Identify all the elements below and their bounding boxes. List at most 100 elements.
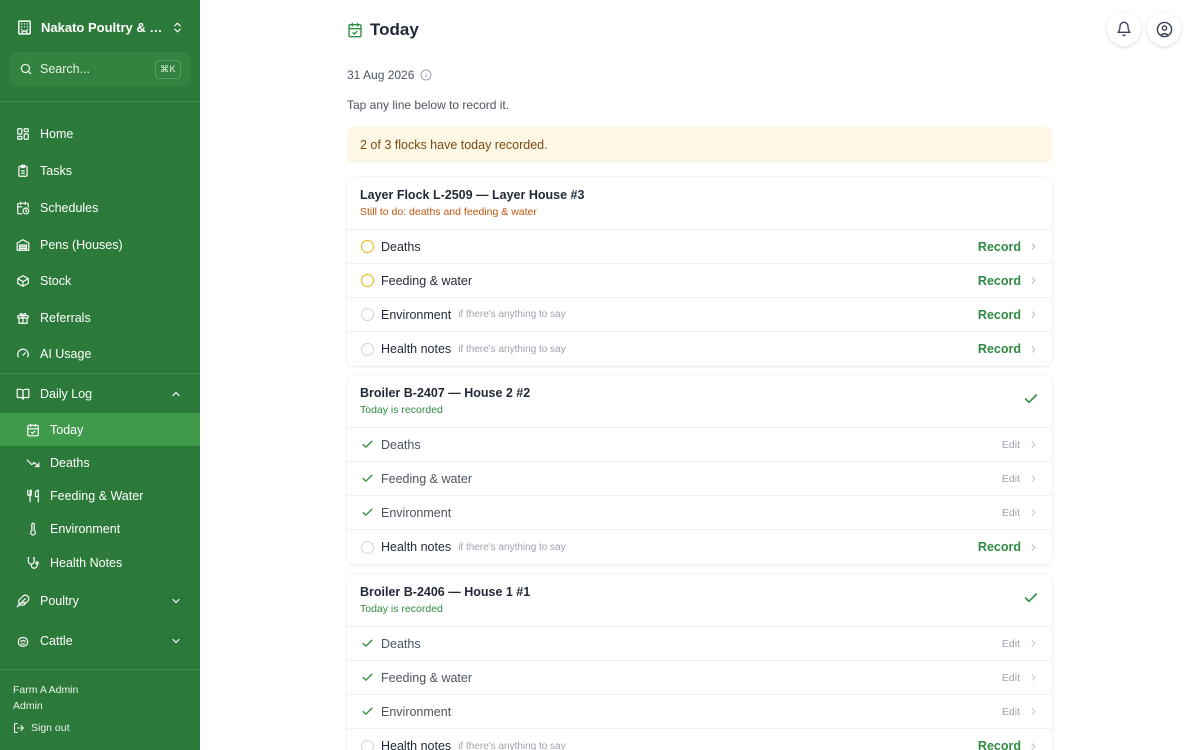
- record-label: Record: [977, 307, 1021, 322]
- row-label: Deaths: [381, 437, 421, 452]
- row-note: if there's anything to say: [458, 541, 566, 553]
- optional-circle-icon: [360, 342, 374, 356]
- info-icon[interactable]: [420, 69, 432, 81]
- utensils-icon: [26, 489, 40, 503]
- sidebar-item-referrals[interactable]: Referrals: [0, 302, 200, 334]
- chevron-right-icon: [1028, 439, 1039, 450]
- log-row-deaths[interactable]: Deaths Edit: [347, 428, 1052, 462]
- sidebar-group-cattle[interactable]: Cattle: [0, 625, 200, 657]
- flock-card-header: Broiler B-2406 — House 1 #1 Today is rec…: [347, 574, 1052, 627]
- sidebar-item-schedules[interactable]: Schedules: [0, 192, 200, 224]
- record-label: Record: [977, 273, 1021, 288]
- chevron-down-icon: [170, 595, 182, 607]
- sidebar-group-daily-log[interactable]: Daily Log: [0, 378, 200, 410]
- edit-label: Edit: [1001, 705, 1020, 718]
- date-row: 31 Aug 2026: [347, 68, 432, 82]
- log-row-health-notes[interactable]: Health notes if there's anything to say …: [347, 729, 1052, 750]
- edit-label: Edit: [1001, 637, 1020, 650]
- chevron-right-icon: [1028, 672, 1039, 683]
- farm-name: Nakato Poultry & Dairy: [41, 19, 166, 35]
- log-row-feeding-water[interactable]: Feeding & water Edit: [347, 661, 1052, 695]
- edit-button[interactable]: Edit: [1002, 507, 1039, 519]
- sidebar-group-label: Poultry: [40, 594, 79, 608]
- search-input[interactable]: Search... ⌘K: [9, 52, 191, 86]
- log-row-environment[interactable]: Environment Edit: [347, 496, 1052, 530]
- sidebar-item-label: Home: [40, 127, 74, 141]
- search-placeholder: Search...: [40, 62, 91, 76]
- sign-out-button[interactable]: Sign out: [13, 722, 70, 734]
- row-label: Environment: [381, 704, 452, 719]
- edit-label: Edit: [1001, 472, 1020, 485]
- user-name: Farm A Admin: [13, 684, 79, 696]
- sidebar-item-feeding-water[interactable]: Feeding & Water: [0, 479, 200, 512]
- log-row-deaths[interactable]: Deaths Edit: [347, 627, 1052, 661]
- chevron-right-icon: [1028, 638, 1039, 649]
- row-label: Deaths: [381, 636, 421, 651]
- record-button[interactable]: Record: [978, 274, 1039, 288]
- thermometer-icon: [26, 522, 40, 536]
- log-row-feeding-water[interactable]: Feeding & water Record: [347, 264, 1052, 298]
- account-button[interactable]: [1147, 12, 1181, 46]
- edit-button[interactable]: Edit: [1002, 473, 1039, 485]
- sidebar-item-label: Deaths: [50, 455, 90, 470]
- edit-label: Edit: [1001, 506, 1020, 519]
- flock-name: Broiler B-2406 — House 1 #1: [360, 585, 531, 599]
- log-row-health-notes[interactable]: Health notes if there's anything to say …: [347, 332, 1052, 366]
- sidebar-item-label: Schedules: [40, 201, 99, 215]
- check-icon: [360, 671, 374, 685]
- sidebar-item-health-notes[interactable]: Health Notes: [0, 546, 200, 579]
- sidebar-item-tasks[interactable]: Tasks: [0, 155, 200, 187]
- book-open-icon: [16, 387, 30, 401]
- sidebar-item-stock[interactable]: Stock: [0, 265, 200, 297]
- feather-icon: [16, 594, 30, 608]
- check-icon: [360, 705, 374, 719]
- log-out-icon: [13, 722, 25, 734]
- flock-card: Layer Flock L-2509 — Layer House #3 Stil…: [347, 177, 1052, 366]
- sidebar-group-label: Cattle: [40, 634, 73, 648]
- pending-circle-icon: [360, 240, 374, 254]
- row-label: Health notes: [381, 342, 452, 356]
- sidebar-item-label: Pens (Houses): [40, 238, 123, 252]
- record-button[interactable]: Record: [978, 240, 1039, 254]
- row-label: Environment: [381, 307, 452, 322]
- flock-card: Broiler B-2406 — House 1 #1 Today is rec…: [347, 574, 1052, 750]
- sidebar-item-pens[interactable]: Pens (Houses): [0, 229, 200, 261]
- log-row-environment[interactable]: Environment if there's anything to say R…: [347, 298, 1052, 332]
- sidebar-item-home[interactable]: Home: [0, 118, 200, 150]
- edit-button[interactable]: Edit: [1002, 706, 1039, 718]
- edit-button[interactable]: Edit: [1002, 439, 1039, 451]
- check-icon: [360, 637, 374, 651]
- record-label: Record: [977, 540, 1021, 554]
- log-row-feeding-water[interactable]: Feeding & water Edit: [347, 462, 1052, 496]
- cattle-icon: [16, 634, 30, 648]
- edit-label: Edit: [1001, 671, 1020, 684]
- record-label: Record: [977, 739, 1021, 750]
- sidebar-group-poultry[interactable]: Poultry: [0, 585, 200, 617]
- edit-label: Edit: [1001, 438, 1020, 451]
- notifications-button[interactable]: [1107, 12, 1141, 46]
- log-row-health-notes[interactable]: Health notes if there's anything to say …: [347, 530, 1052, 564]
- sidebar-item-label: Feeding & Water: [50, 488, 144, 503]
- check-icon: [360, 506, 374, 520]
- sidebar-item-ai-usage[interactable]: AI Usage: [0, 338, 200, 370]
- record-button[interactable]: Record: [978, 540, 1039, 554]
- farm-switcher[interactable]: Nakato Poultry & Dairy: [16, 16, 184, 38]
- check-icon: [1023, 590, 1039, 606]
- record-button[interactable]: Record: [978, 308, 1039, 322]
- record-button[interactable]: Record: [978, 342, 1039, 356]
- edit-button[interactable]: Edit: [1002, 672, 1039, 684]
- sidebar-item-today[interactable]: Today: [0, 413, 200, 446]
- chevron-right-icon: [1028, 275, 1039, 286]
- chevron-up-icon: [170, 388, 182, 400]
- chevron-right-icon: [1028, 344, 1039, 355]
- page-title: Today: [370, 20, 419, 39]
- clipboard-icon: [16, 164, 30, 178]
- log-row-deaths[interactable]: Deaths Record: [347, 230, 1052, 264]
- row-label: Feeding & water: [381, 670, 473, 685]
- sidebar-item-deaths[interactable]: Deaths: [0, 446, 200, 479]
- edit-button[interactable]: Edit: [1002, 638, 1039, 650]
- record-button[interactable]: Record: [978, 739, 1039, 750]
- sidebar-item-environment[interactable]: Environment: [0, 512, 200, 545]
- flock-card: Broiler B-2407 — House 2 #2 Today is rec…: [347, 375, 1052, 564]
- log-row-environment[interactable]: Environment Edit: [347, 695, 1052, 729]
